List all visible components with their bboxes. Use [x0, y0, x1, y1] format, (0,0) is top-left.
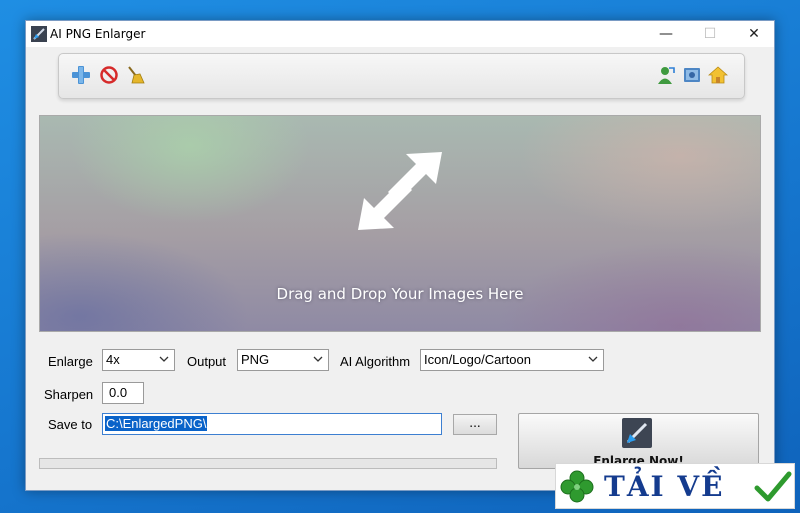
watermark-text: TẢI VỀ	[604, 470, 725, 503]
output-value: PNG	[241, 352, 270, 367]
clear-broom-icon[interactable]	[125, 65, 145, 85]
help-book-icon[interactable]	[682, 65, 702, 85]
chevron-down-icon	[159, 356, 169, 362]
enlarge-icon	[622, 418, 652, 448]
enlarge-now-button[interactable]: Enlarge Now!	[518, 413, 759, 469]
user-icon[interactable]	[656, 65, 676, 85]
toolbar	[58, 53, 745, 99]
progress-bar	[39, 458, 497, 469]
drop-hint-text: Drag and Drop Your Images Here	[276, 285, 524, 303]
home-icon[interactable]	[708, 65, 728, 85]
clover-icon	[560, 470, 594, 503]
minimize-button[interactable]: —	[644, 21, 688, 47]
maximize-icon: ☐	[703, 26, 717, 42]
enlarge-label: Enlarge	[48, 354, 93, 369]
chevron-down-icon	[313, 356, 323, 362]
output-label: Output	[187, 354, 227, 369]
ai-algorithm-label: AI Algorithm	[340, 354, 411, 369]
resize-arrow-icon	[358, 152, 442, 230]
add-icon[interactable]	[71, 65, 91, 85]
close-icon: ✕	[748, 26, 760, 42]
save-path-input[interactable]: C:\EnlargedPNG\	[102, 413, 442, 435]
title-bar[interactable]: AI PNG Enlarger — ☐ ✕	[26, 21, 774, 47]
output-select[interactable]: PNG	[237, 349, 329, 371]
save-path-value: C:\EnlargedPNG\	[105, 416, 208, 431]
sharpen-label: Sharpen	[44, 387, 94, 402]
sharpen-value: 0.0	[109, 385, 128, 400]
checkmark-icon	[754, 471, 792, 502]
ai-algorithm-select[interactable]: Icon/Logo/Cartoon	[420, 349, 604, 371]
remove-icon[interactable]	[99, 65, 119, 85]
minimize-icon: —	[659, 26, 673, 42]
browse-button[interactable]: ...	[453, 414, 497, 435]
window-title: AI PNG Enlarger	[50, 27, 146, 41]
enlarge-select[interactable]: 4x	[102, 349, 175, 371]
chevron-down-icon	[588, 356, 598, 362]
close-button[interactable]: ✕	[732, 21, 776, 47]
maximize-button[interactable]: ☐	[688, 21, 732, 47]
save-to-label: Save to	[48, 417, 93, 432]
app-window: AI PNG Enlarger — ☐ ✕ Drag and Drop Your…	[25, 20, 775, 491]
enlarge-value: 4x	[106, 352, 120, 367]
ai-algorithm-value: Icon/Logo/Cartoon	[424, 352, 531, 367]
image-drop-zone[interactable]: Drag and Drop Your Images Here	[39, 115, 761, 332]
app-logo-icon	[31, 26, 47, 42]
watermark-badge: TẢI VỀ	[555, 463, 795, 509]
sharpen-input[interactable]: 0.0	[102, 382, 144, 404]
